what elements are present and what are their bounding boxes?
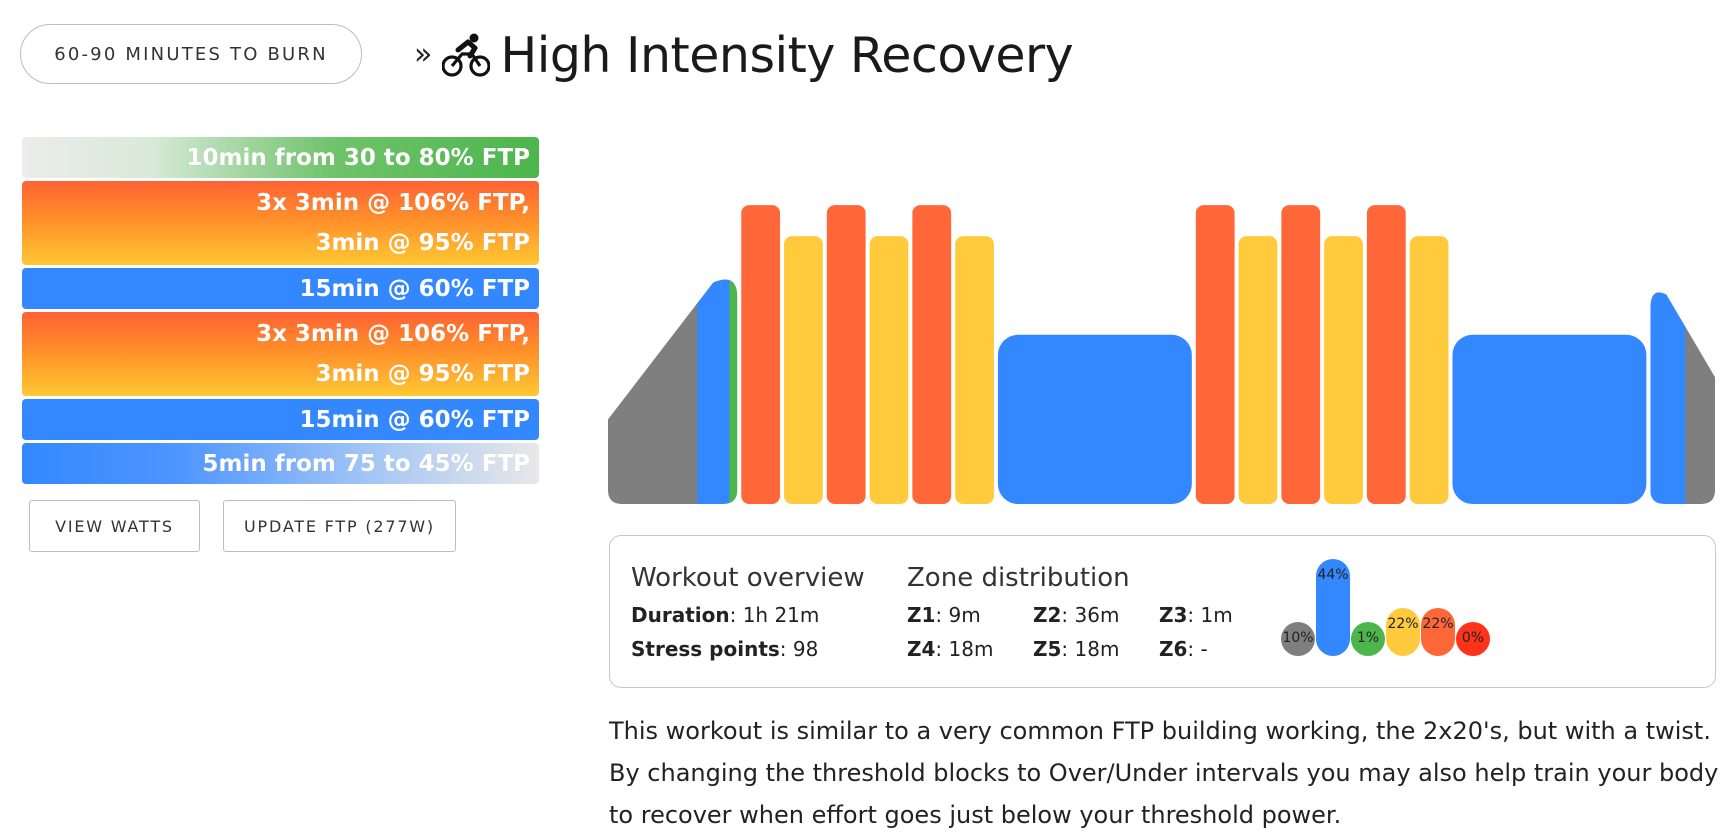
interval-text: 15min @ 60% FTP [299, 275, 530, 302]
workout-profile-chart [608, 205, 1715, 504]
workout-block [741, 205, 781, 504]
interval-text: 3x 3min @ 106% FTP, [256, 190, 530, 216]
zone-item: Z1: 9m [907, 603, 981, 627]
workout-overview-panel: Workout overview Duration: 1h 21m Stress… [609, 535, 1716, 688]
workout-block [1281, 205, 1321, 504]
zone-item: Z3: 1m [1159, 603, 1233, 627]
interval-warmup: 10min from 30 to 80% FTP [22, 137, 539, 178]
workout-block [869, 236, 909, 504]
duration-row: Duration: 1h 21m [631, 603, 820, 627]
interval-text: 3x 3min @ 106% FTP, [256, 321, 530, 347]
workout-block [1409, 236, 1449, 504]
breadcrumb-chevron: » [414, 37, 433, 72]
interval-list: 10min from 30 to 80% FTP 3x 3min @ 106% … [22, 137, 539, 487]
zone-bar [1351, 622, 1385, 656]
ramp-block [1650, 292, 1715, 504]
zone-label: Z1 [907, 603, 936, 627]
ramp-block [608, 279, 738, 504]
zone-bar [1316, 559, 1350, 656]
zone-item: Z6: - [1159, 637, 1208, 661]
zone-label: Z2 [1033, 603, 1062, 627]
workout-block [1452, 334, 1647, 504]
zone-label: Z4 [907, 637, 936, 661]
interval-cooldown: 5min from 75 to 45% FTP [22, 443, 539, 484]
zone-value: 18m [948, 637, 994, 661]
interval-steady: 15min @ 60% FTP [22, 268, 539, 309]
view-watts-button[interactable]: VIEW WATTS [29, 500, 200, 552]
time-filter-pill[interactable]: 60-90 MINUTES TO BURN [20, 24, 362, 84]
ramp-zone-fill [608, 279, 698, 504]
zone-item: Z2: 36m [1033, 603, 1120, 627]
zone-item: Z4: 18m [907, 637, 994, 661]
zone-value: 1m [1200, 603, 1233, 627]
ramp-zone-fill [729, 279, 738, 504]
interval-text: 5min from 75 to 45% FTP [202, 450, 531, 477]
zone-value: 18m [1074, 637, 1120, 661]
ramp-zone-fill [1650, 292, 1686, 504]
interval-overunder: 3x 3min @ 106% FTP, 3min @ 95% FTP [22, 181, 539, 265]
zone-value: 9m [948, 603, 981, 627]
zone-bar-label: 22% [1422, 615, 1454, 632]
interval-overunder: 3x 3min @ 106% FTP, 3min @ 95% FTP [22, 312, 539, 396]
zone-value: 36m [1074, 603, 1120, 627]
zone-bar-label: 1% [1356, 630, 1380, 646]
workout-block [997, 334, 1192, 504]
zone-value: - [1200, 637, 1208, 661]
zone-distribution-heading: Zone distribution [907, 563, 1130, 593]
duration-label: Duration [631, 603, 730, 627]
workout-block [1366, 205, 1406, 504]
workout-block [912, 205, 952, 504]
interval-text: 10min from 30 to 80% FTP [186, 144, 531, 171]
ramp-zone-fill [1685, 292, 1715, 504]
zone-bar [1281, 622, 1315, 656]
workout-block [826, 205, 866, 504]
duration-value: 1h 21m [742, 603, 820, 627]
interval-text: 3min @ 95% FTP [315, 230, 530, 256]
workout-block [1238, 236, 1278, 504]
stress-label: Stress points [631, 637, 780, 661]
overview-heading: Workout overview [631, 563, 865, 593]
interval-steady: 15min @ 60% FTP [22, 399, 539, 440]
zone-bar-label: 22% [1387, 615, 1419, 632]
zone-bar-label: 0% [1461, 630, 1485, 646]
stress-row: Stress points: 98 [631, 637, 819, 661]
update-ftp-button[interactable]: UPDATE FTP (277W) [223, 500, 456, 552]
zone-bar-label: 10% [1282, 630, 1314, 646]
workout-title: High Intensity Recovery [500, 26, 1074, 84]
workout-block [1324, 236, 1363, 504]
cyclist-icon [442, 33, 491, 77]
zone-bar-label: 44% [1317, 567, 1349, 584]
workout-block [784, 236, 823, 504]
zone-item: Z5: 18m [1033, 637, 1120, 661]
workout-title-row: » High Intensity Recovery [414, 22, 1074, 88]
workout-block [1195, 205, 1235, 504]
zone-bar [1386, 607, 1420, 656]
stress-value: 98 [792, 637, 819, 661]
ramp-zone-fill [697, 279, 731, 504]
workout-block [955, 236, 994, 504]
zone-bar [1421, 607, 1455, 656]
workout-description: This workout is similar to a very common… [609, 717, 1719, 829]
interval-text: 3min @ 95% FTP [315, 361, 530, 387]
zone-label: Z5 [1033, 637, 1062, 661]
interval-text: 15min @ 60% FTP [299, 406, 530, 433]
zone-label: Z6 [1159, 637, 1188, 661]
zone-label: Z3 [1159, 603, 1188, 627]
zone-bar [1456, 622, 1490, 656]
